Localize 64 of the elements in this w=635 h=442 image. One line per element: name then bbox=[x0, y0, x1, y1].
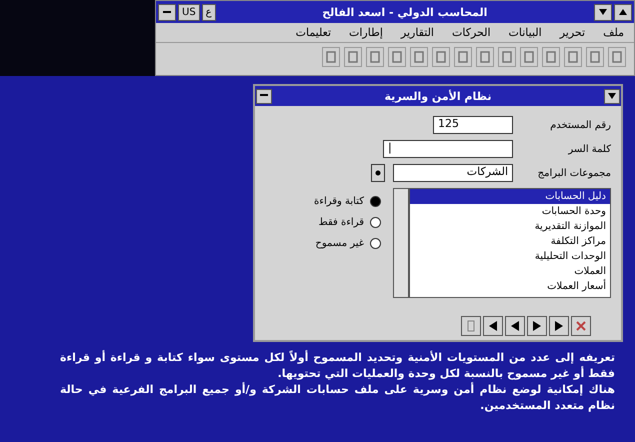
dropdown-field[interactable]: الشركات bbox=[393, 164, 513, 182]
menu-item[interactable]: تحرير bbox=[560, 26, 586, 39]
radio-button[interactable] bbox=[370, 196, 381, 207]
list-item[interactable]: دليل الحسابات bbox=[410, 189, 610, 204]
radio-label: قراءة فقط bbox=[318, 217, 364, 228]
toolbar-icon[interactable] bbox=[344, 47, 362, 67]
menu-item[interactable]: التقارير bbox=[400, 26, 434, 39]
menu-item[interactable]: تعليمات bbox=[296, 26, 332, 39]
script-toggle-button[interactable]: ع bbox=[202, 4, 216, 20]
language-indicator[interactable]: US bbox=[178, 4, 200, 20]
radio-button[interactable] bbox=[370, 238, 381, 249]
cancel-button[interactable] bbox=[571, 316, 591, 336]
list-item[interactable]: أسعار العملات bbox=[410, 279, 610, 294]
toolbar-icon[interactable] bbox=[564, 47, 582, 67]
dot-icon bbox=[375, 170, 381, 176]
description-text: تعريفه إلى عدد من المستويات الأمنية وتحديد المسموح أولاً لكل مستوى سواء كتابة و قراءة أو قراءة فقط أو غير مسموح بالنسبة لكل وحدة والعمليات التي تحتويها. bbox=[60, 350, 615, 382]
list-item[interactable]: العملات bbox=[410, 264, 610, 279]
toolbar-icon[interactable] bbox=[322, 47, 340, 67]
field-label: كلمة السر bbox=[567, 144, 611, 154]
radio-button[interactable] bbox=[370, 217, 381, 228]
toolbar-icon[interactable] bbox=[608, 47, 626, 67]
scrollbar[interactable] bbox=[393, 188, 409, 298]
toolbar-icon[interactable] bbox=[454, 47, 472, 67]
menu-item[interactable]: الحركات bbox=[452, 26, 491, 39]
field-label: مجموعات البرامج bbox=[536, 168, 611, 178]
toolbar-icon[interactable] bbox=[498, 47, 516, 67]
play-icon[interactable] bbox=[527, 316, 547, 336]
play-icon[interactable] bbox=[549, 316, 569, 336]
list-item[interactable]: مراكز التكلفة bbox=[410, 234, 610, 249]
system-menu-button[interactable] bbox=[256, 88, 272, 104]
list-item[interactable]: وحدة الحسابات bbox=[410, 204, 610, 219]
menu-item[interactable]: البيانات bbox=[508, 26, 542, 39]
toolbar-icon[interactable] bbox=[461, 316, 481, 336]
menu-item[interactable]: ملف bbox=[603, 26, 624, 39]
window-title: المحاسب الدولي - اسعد الفالح bbox=[322, 6, 488, 18]
list-item[interactable]: الموازنة التقديرية bbox=[410, 219, 610, 234]
back-icon[interactable] bbox=[483, 316, 503, 336]
input-field[interactable]: | bbox=[383, 140, 513, 158]
back-icon[interactable] bbox=[505, 316, 525, 336]
field-label: رقم المستخدم bbox=[549, 120, 611, 130]
dash-icon bbox=[163, 8, 171, 16]
toolbar-icon[interactable] bbox=[520, 47, 538, 67]
toolbar-icon[interactable] bbox=[432, 47, 450, 67]
toolbar-icon[interactable] bbox=[388, 47, 406, 67]
dropdown-button[interactable] bbox=[371, 164, 385, 182]
list-item[interactable]: الوحدات التحليلية bbox=[410, 249, 610, 264]
caret-icon[interactable] bbox=[594, 4, 612, 20]
caret-icon[interactable] bbox=[614, 4, 632, 20]
toolbar-icon[interactable] bbox=[476, 47, 494, 67]
minimize-button[interactable] bbox=[158, 4, 176, 20]
description-text: هناك إمكانية لوضع نظام أمن وسرية على ملف حسابات الشركة و/أو جميع البرامج الفرعية في حالة نظام متعدد المستخدمين. bbox=[60, 382, 615, 414]
radio-label: كتابة وقراءة bbox=[314, 196, 364, 207]
caret-icon[interactable] bbox=[604, 88, 620, 104]
toolbar-icon[interactable] bbox=[410, 47, 428, 67]
menu-item[interactable]: إطارات bbox=[349, 26, 383, 39]
dialog-title: نظام الأمن والسرية bbox=[384, 90, 492, 102]
list-box[interactable]: دليل الحسابات وحدة الحسابات الموازنة التقديرية مراكز التكلفة الوحدات التحليلية العملات أسعار العملات bbox=[409, 188, 611, 298]
dash-icon bbox=[260, 94, 268, 98]
close-icon bbox=[576, 321, 586, 331]
toolbar-icon[interactable] bbox=[366, 47, 384, 67]
radio-label: غير مسموح bbox=[315, 238, 364, 249]
toolbar-icon[interactable] bbox=[542, 47, 560, 67]
toolbar-icon[interactable] bbox=[586, 47, 604, 67]
input-field[interactable]: 125 bbox=[433, 116, 513, 134]
